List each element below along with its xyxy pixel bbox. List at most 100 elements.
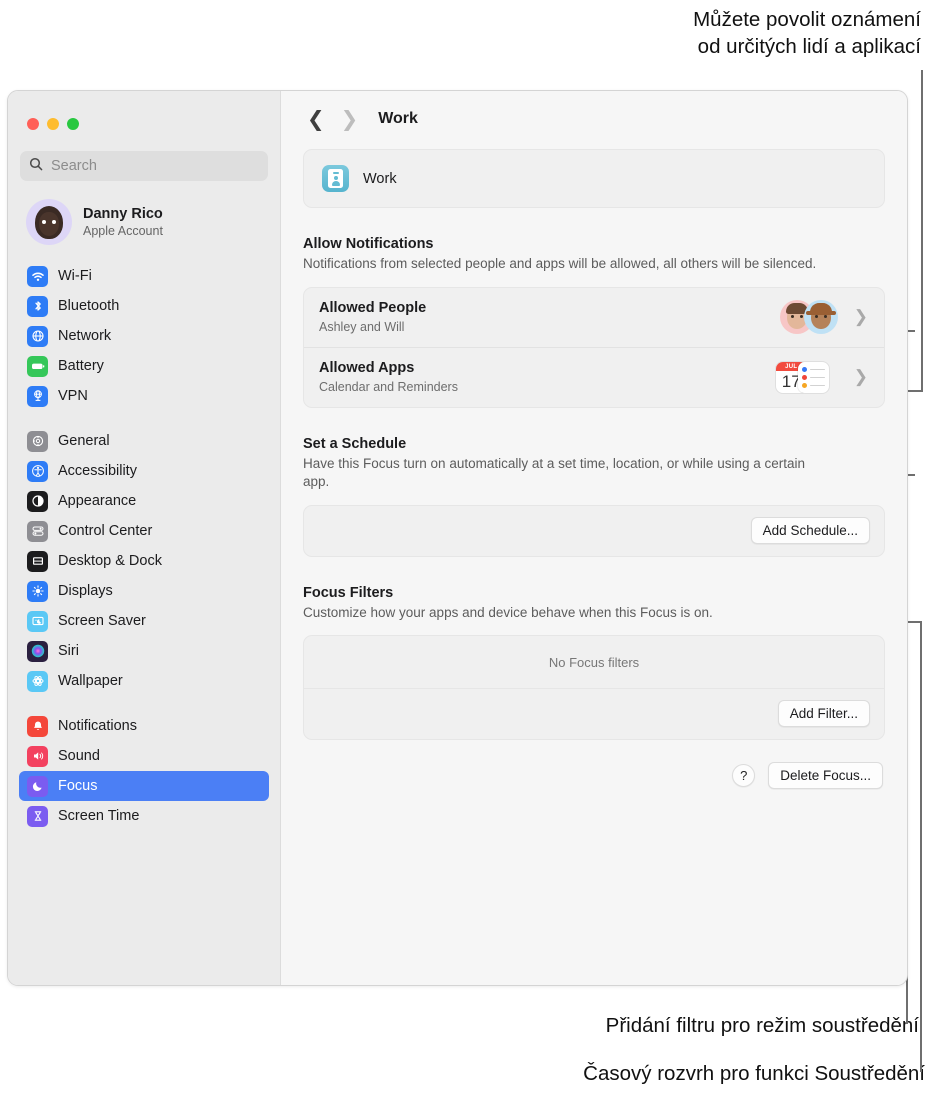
search-placeholder: Search — [51, 158, 97, 174]
sidebar-label: Battery — [58, 358, 104, 374]
sidebar-item-battery[interactable]: Battery — [19, 351, 269, 381]
sidebar-label: Network — [58, 328, 112, 344]
allow-notifications-title: Allow Notifications — [303, 236, 434, 252]
gear-icon — [27, 430, 48, 452]
close-button[interactable] — [27, 118, 39, 130]
focus-name-label: Work — [363, 170, 397, 187]
help-button[interactable]: ? — [732, 764, 756, 787]
filters-actions: Add Filter... — [304, 689, 884, 739]
add-filter-button[interactable]: Add Filter... — [777, 700, 870, 727]
sidebar-label: Control Center — [58, 523, 153, 539]
screen-saver-icon — [27, 610, 48, 632]
sidebar-item-general[interactable]: General — [19, 426, 269, 456]
system-settings-window: Search Danny Rico Apple Account Wi-Fi Bl… — [7, 90, 908, 986]
sidebar-label: Bluetooth — [58, 298, 120, 314]
sidebar-label: Wi-Fi — [58, 268, 92, 284]
sidebar-label: Wallpaper — [58, 673, 123, 689]
add-schedule-button[interactable]: Add Schedule... — [750, 517, 870, 544]
annotation-line-1: Můžete povolit oznámení — [693, 8, 921, 31]
sidebar-item-appearance[interactable]: Appearance — [19, 486, 269, 516]
sidebar-label: Appearance — [58, 493, 137, 509]
annotation-add-filter: Přidání filtru pro režim soustředění — [605, 1014, 919, 1037]
sidebar-item-sound[interactable]: Sound — [19, 741, 269, 771]
annotation-line-2: od určitých lidí a aplikací — [697, 35, 921, 58]
schedule-panel: Add Schedule... — [303, 504, 885, 557]
delete-focus-button[interactable]: Delete Focus... — [768, 762, 883, 789]
search-icon — [29, 157, 43, 176]
allowed-people-row[interactable]: Allowed People Ashley and Will ❯ — [304, 288, 884, 347]
appearance-icon — [27, 490, 48, 512]
set-schedule-title: Set a Schedule — [303, 435, 407, 452]
minimize-button[interactable] — [47, 118, 59, 130]
work-badge-icon — [322, 165, 349, 192]
sidebar-item-screen-saver[interactable]: Screen Saver — [19, 606, 269, 636]
sidebar-item-displays[interactable]: Displays — [19, 576, 269, 606]
search-field[interactable]: Search — [20, 151, 268, 181]
bottom-actions: ? Delete Focus... — [303, 762, 885, 789]
row-title: Allowed People — [319, 299, 427, 316]
sidebar-item-vpn[interactable]: VPN — [19, 381, 269, 411]
sidebar-label: Displays — [58, 583, 113, 599]
zoom-button[interactable] — [67, 118, 79, 130]
wifi-icon — [27, 265, 48, 287]
siri-icon — [27, 640, 48, 662]
sidebar-item-accessibility[interactable]: Accessibility — [19, 456, 269, 486]
sidebar-label: VPN — [58, 388, 88, 404]
bluetooth-icon — [27, 295, 48, 317]
screenshot-root: Můžete povolit oznámení od určitých lidí… — [0, 0, 931, 1101]
sidebar-label: Siri — [58, 643, 79, 659]
annotation-add-schedule: Časový rozvrh pro funkci Soustředění — [583, 1062, 925, 1085]
desktop-dock-icon — [27, 550, 48, 572]
content-pane: ❮ ❯ Work Work Allow Notifications Notifi… — [281, 91, 907, 985]
sidebar-label: Sound — [58, 748, 100, 764]
focus-filters-panel: No Focus filters Add Filter... — [303, 635, 885, 740]
sidebar-item-wi-fi[interactable]: Wi-Fi — [19, 261, 269, 291]
allow-notifications-description: Notifications from selected people and a… — [303, 256, 817, 271]
sidebar-item-screen-time[interactable]: Screen Time — [19, 801, 269, 831]
focus-filters-description: Customize how your apps and device behav… — [303, 604, 713, 620]
window-traffic-lights — [8, 91, 280, 130]
account-subtitle: Apple Account — [83, 224, 163, 238]
accessibility-icon — [27, 460, 48, 482]
sidebar-item-focus[interactable]: Focus — [19, 771, 269, 801]
sidebar-label: Screen Time — [58, 808, 140, 824]
sidebar-item-control-center[interactable]: Control Center — [19, 516, 269, 546]
back-button[interactable]: ❮ — [307, 109, 325, 130]
memoji-will-icon — [803, 300, 838, 334]
annotation-allow-notifications: Můžete povolit oznámení od určitých lidí… — [693, 6, 921, 60]
sidebar-label: Desktop & Dock — [58, 553, 162, 569]
network-globe-icon — [27, 325, 48, 347]
sidebar-item-desktop-dock[interactable]: Desktop & Dock — [19, 546, 269, 576]
sidebar-group-system: General Accessibility Appearance Control… — [8, 426, 280, 696]
sidebar-label: Focus — [58, 778, 98, 794]
sidebar-item-bluetooth[interactable]: Bluetooth — [19, 291, 269, 321]
sidebar-group-alerts: Notifications Sound Focus Screen Time — [8, 711, 280, 831]
notifications-bell-icon — [27, 715, 48, 737]
sidebar-label: General — [58, 433, 110, 449]
sidebar-item-siri[interactable]: Siri — [19, 636, 269, 666]
sidebar: Search Danny Rico Apple Account Wi-Fi Bl… — [8, 91, 281, 985]
displays-icon — [27, 580, 48, 602]
battery-icon — [27, 355, 48, 377]
allowed-list-card: Allowed People Ashley and Will ❯ Allowed… — [303, 286, 885, 408]
focus-filters-title: Focus Filters — [303, 584, 394, 601]
focus-moon-icon — [27, 775, 48, 797]
focus-header-card[interactable]: Work — [303, 149, 885, 208]
no-focus-filters-label: No Focus filters — [304, 636, 884, 689]
sidebar-item-notifications[interactable]: Notifications — [19, 711, 269, 741]
sidebar-item-network[interactable]: Network — [19, 321, 269, 351]
avatar — [26, 199, 72, 245]
leader-line-top-vertical — [921, 70, 923, 392]
allowed-apps-row[interactable]: Allowed Apps Calendar and Reminders JUL … — [304, 346, 884, 407]
sidebar-item-wallpaper[interactable]: Wallpaper — [19, 666, 269, 696]
sound-speaker-icon — [27, 745, 48, 767]
apple-account-item[interactable]: Danny Rico Apple Account — [22, 195, 268, 249]
row-subtitle: Calendar and Reminders — [319, 379, 458, 394]
wallpaper-icon — [27, 670, 48, 692]
row-subtitle: Ashley and Will — [319, 319, 405, 334]
chevron-right-icon: ❯ — [853, 367, 868, 386]
toolbar: ❮ ❯ Work — [303, 91, 885, 147]
set-schedule-description: Have this Focus turn on automatically at… — [303, 455, 805, 490]
forward-button[interactable]: ❯ — [341, 109, 359, 130]
memoji-pair-icon — [779, 300, 838, 334]
